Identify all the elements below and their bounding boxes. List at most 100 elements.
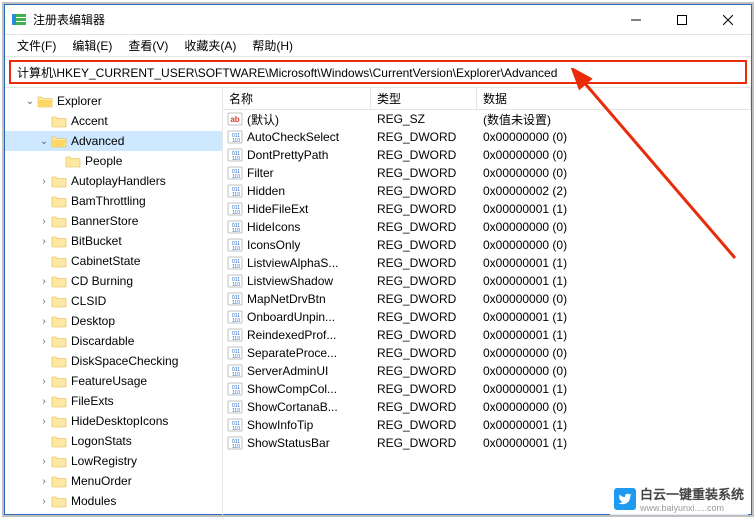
value-row[interactable]: 011 110 Filter REG_DWORD 0x00000000 (0) [223, 164, 751, 182]
tree-item[interactable]: › FileExts [5, 391, 222, 411]
value-row[interactable]: 011 110 SeparateProce... REG_DWORD 0x000… [223, 344, 751, 362]
tree-expander-icon[interactable]: › [37, 296, 51, 307]
values-pane[interactable]: 名称 类型 数据 ab (默认) REG_SZ (数值未设置) 011 110 … [223, 88, 751, 515]
col-name[interactable]: 名称 [223, 88, 371, 109]
tree-item[interactable]: CabinetState [5, 251, 222, 271]
value-row[interactable]: 011 110 ShowInfoTip REG_DWORD 0x00000001… [223, 416, 751, 434]
menu-favorites[interactable]: 收藏夹(A) [176, 35, 244, 56]
tree-item-label: BamThrottling [71, 194, 146, 208]
tree-expander-icon[interactable]: › [37, 216, 51, 227]
close-button[interactable] [705, 5, 751, 34]
dword-value-icon: 011 110 [227, 147, 243, 163]
menu-view[interactable]: 查看(V) [120, 35, 176, 56]
value-row[interactable]: 011 110 ListviewAlphaS... REG_DWORD 0x00… [223, 254, 751, 272]
value-list: ab (默认) REG_SZ (数值未设置) 011 110 AutoCheck… [223, 110, 751, 452]
tree-expander-icon[interactable]: › [37, 396, 51, 407]
menu-file[interactable]: 文件(F) [9, 35, 64, 56]
value-type: REG_DWORD [371, 292, 477, 306]
value-data: 0x00000001 (1) [477, 436, 751, 450]
folder-icon [51, 434, 67, 448]
tree-item-label: BitBucket [71, 234, 122, 248]
tree-item[interactable]: DiskSpaceChecking [5, 351, 222, 371]
tree-item[interactable]: BamThrottling [5, 191, 222, 211]
value-row[interactable]: 011 110 AutoCheckSelect REG_DWORD 0x0000… [223, 128, 751, 146]
tree-item[interactable]: › Modules [5, 491, 222, 511]
svg-text:110: 110 [232, 318, 240, 324]
value-row[interactable]: 011 110 ShowCortanaB... REG_DWORD 0x0000… [223, 398, 751, 416]
tree-item[interactable]: Accent [5, 111, 222, 131]
value-type: REG_DWORD [371, 328, 477, 342]
value-row[interactable]: 011 110 ListviewShadow REG_DWORD 0x00000… [223, 272, 751, 290]
value-row[interactable]: 011 110 ShowStatusBar REG_DWORD 0x000000… [223, 434, 751, 452]
dword-value-icon: 011 110 [227, 345, 243, 361]
value-name: ShowStatusBar [247, 436, 330, 450]
svg-text:110: 110 [232, 138, 240, 144]
value-type: REG_DWORD [371, 400, 477, 414]
tree-item[interactable]: › FeatureUsage [5, 371, 222, 391]
tree-expander-icon[interactable]: › [37, 476, 51, 487]
tree-pane[interactable]: ⌄ Explorer Accent ⌄ Advanced People › Au… [5, 88, 223, 515]
tree-item-label: CLSID [71, 294, 106, 308]
tree-item[interactable]: › CD Burning [5, 271, 222, 291]
menu-help[interactable]: 帮助(H) [244, 35, 301, 56]
svg-text:110: 110 [232, 444, 240, 450]
value-type: REG_DWORD [371, 184, 477, 198]
tree-expander-icon[interactable]: ⌄ [37, 136, 51, 147]
value-name: HideFileExt [247, 202, 308, 216]
maximize-button[interactable] [659, 5, 705, 34]
folder-icon [51, 314, 67, 328]
tree-expander-icon[interactable]: › [37, 496, 51, 507]
value-name: ShowCompCol... [247, 382, 337, 396]
tree-item[interactable]: ⌄ Explorer [5, 91, 222, 111]
dword-value-icon: 011 110 [227, 219, 243, 235]
tree-expander-icon[interactable]: › [37, 236, 51, 247]
value-row[interactable]: 011 110 HideFileExt REG_DWORD 0x00000001… [223, 200, 751, 218]
tree-expander-icon[interactable]: › [37, 376, 51, 387]
value-name: ShowInfoTip [247, 418, 313, 432]
value-row[interactable]: 011 110 HideIcons REG_DWORD 0x00000000 (… [223, 218, 751, 236]
address-input[interactable] [9, 60, 747, 84]
value-data: 0x00000000 (0) [477, 346, 751, 360]
dword-value-icon: 011 110 [227, 291, 243, 307]
minimize-button[interactable] [613, 5, 659, 34]
value-type: REG_DWORD [371, 364, 477, 378]
value-row[interactable]: 011 110 ServerAdminUI REG_DWORD 0x000000… [223, 362, 751, 380]
tree-item[interactable]: ⌄ Advanced [5, 131, 222, 151]
value-row[interactable]: 011 110 Hidden REG_DWORD 0x00000002 (2) [223, 182, 751, 200]
col-data[interactable]: 数据 [477, 88, 751, 109]
tree-expander-icon[interactable]: ⌄ [23, 96, 37, 107]
tree-expander-icon[interactable]: › [37, 316, 51, 327]
tree-expander-icon[interactable]: › [37, 416, 51, 427]
value-row[interactable]: 011 110 IconsOnly REG_DWORD 0x00000000 (… [223, 236, 751, 254]
value-row[interactable]: 011 110 ReindexedProf... REG_DWORD 0x000… [223, 326, 751, 344]
tree-expander-icon[interactable]: › [37, 336, 51, 347]
tree-item[interactable]: › LowRegistry [5, 451, 222, 471]
col-type[interactable]: 类型 [371, 88, 477, 109]
svg-text:110: 110 [232, 354, 240, 360]
tree-item[interactable]: › MenuOrder [5, 471, 222, 491]
tree-item[interactable]: › BitBucket [5, 231, 222, 251]
tree-expander-icon[interactable]: › [37, 176, 51, 187]
tree-expander-icon[interactable]: › [37, 456, 51, 467]
tree-item[interactable]: › Discardable [5, 331, 222, 351]
folder-icon [51, 354, 67, 368]
value-row[interactable]: 011 110 ShowCompCol... REG_DWORD 0x00000… [223, 380, 751, 398]
tree-item[interactable]: LogonStats [5, 431, 222, 451]
value-row[interactable]: 011 110 OnboardUnpin... REG_DWORD 0x0000… [223, 308, 751, 326]
menu-edit[interactable]: 编辑(E) [64, 35, 120, 56]
tree-item[interactable]: › CLSID [5, 291, 222, 311]
tree-item[interactable]: › Desktop [5, 311, 222, 331]
value-row[interactable]: ab (默认) REG_SZ (数值未设置) [223, 110, 751, 128]
value-data: 0x00000001 (1) [477, 382, 751, 396]
svg-text:110: 110 [232, 336, 240, 342]
tree-item[interactable]: › AutoplayHandlers [5, 171, 222, 191]
tree-expander-icon[interactable]: › [37, 276, 51, 287]
tree-item-label: Discardable [71, 334, 134, 348]
svg-text:110: 110 [232, 300, 240, 306]
tree-item[interactable]: People [5, 151, 222, 171]
value-row[interactable]: 011 110 DontPrettyPath REG_DWORD 0x00000… [223, 146, 751, 164]
tree-item[interactable]: › BannerStore [5, 211, 222, 231]
dword-value-icon: 011 110 [227, 327, 243, 343]
value-row[interactable]: 011 110 MapNetDrvBtn REG_DWORD 0x0000000… [223, 290, 751, 308]
tree-item[interactable]: › HideDesktopIcons [5, 411, 222, 431]
